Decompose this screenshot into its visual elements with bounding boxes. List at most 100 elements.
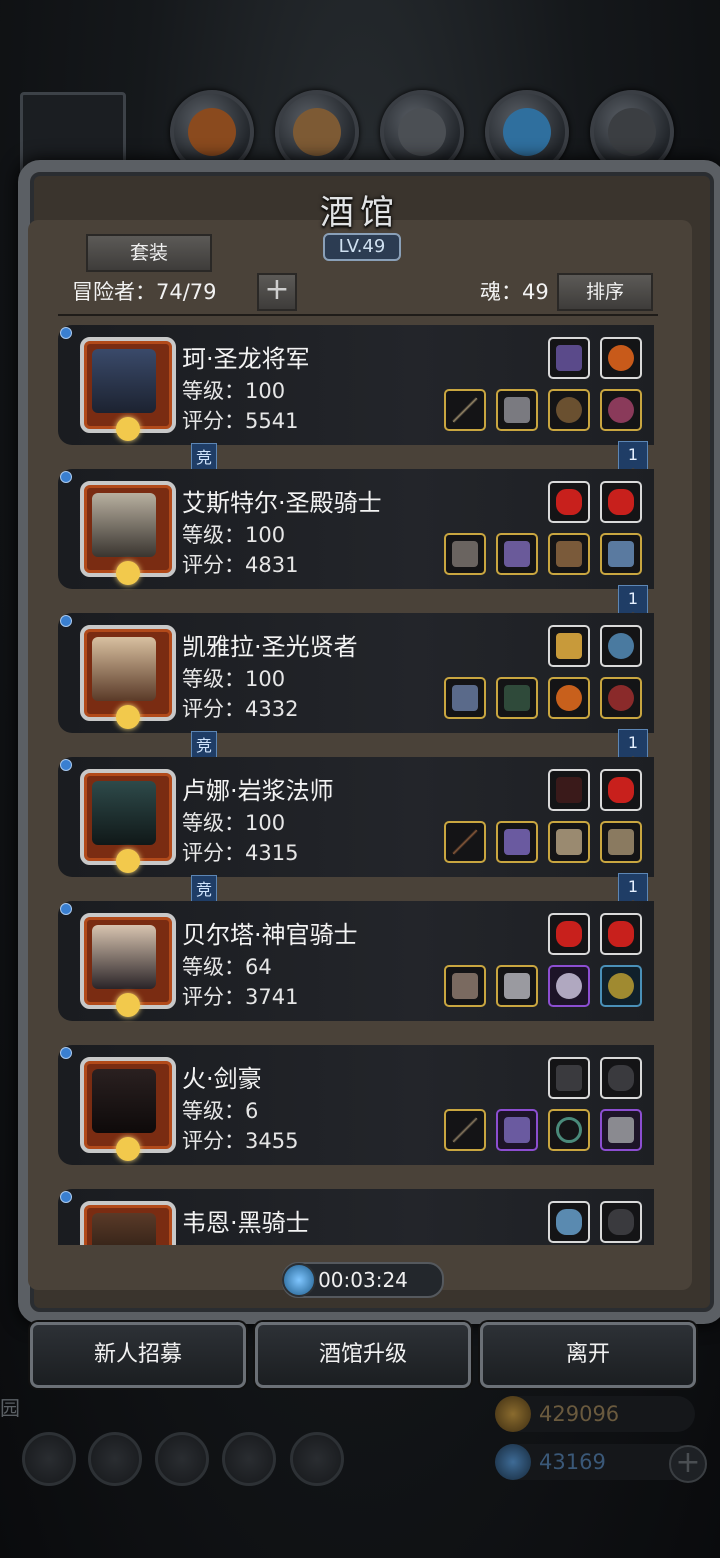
- hero-level: 等级：100: [182, 667, 286, 691]
- hero-name: 贝尔塔·神官骑士: [182, 921, 358, 949]
- armor-slot[interactable]: [496, 677, 538, 719]
- armor-slot[interactable]: [496, 965, 538, 1007]
- moon-icon: [116, 1137, 140, 1161]
- jewelry-slot[interactable]: [600, 821, 642, 863]
- status-dot: [60, 1191, 72, 1203]
- recruit-button[interactable]: 新人招募: [30, 1322, 246, 1388]
- jewelry-slot[interactable]: [600, 965, 642, 1007]
- upgrade-tavern-button[interactable]: 酒馆升级: [255, 1322, 471, 1388]
- hero-card[interactable]: 凯雅拉·圣光贤者 等级：100 评分：4332: [58, 613, 654, 733]
- armor-slot[interactable]: [496, 389, 538, 431]
- rune-slot[interactable]: [548, 1057, 590, 1099]
- accessory-slot[interactable]: [548, 965, 590, 1007]
- rune-slot[interactable]: [548, 769, 590, 811]
- hero-card[interactable]: 卢娜·岩浆法师 等级：100 评分：4315: [58, 757, 654, 877]
- accessory-slot[interactable]: [548, 821, 590, 863]
- status-dot: [60, 615, 72, 627]
- rune-slot[interactable]: [600, 625, 642, 667]
- hero-portrait[interactable]: [80, 337, 176, 441]
- hero-score: 评分：4315: [182, 841, 299, 865]
- hero-name: 珂·圣龙将军: [182, 345, 310, 373]
- rune-slot[interactable]: [600, 913, 642, 955]
- jewelry-slot[interactable]: [600, 677, 642, 719]
- portrait-image: [92, 925, 156, 989]
- gem-counter: 43169: [495, 1444, 695, 1480]
- portrait-image: [92, 637, 156, 701]
- achievement-icon[interactable]: [88, 1432, 142, 1486]
- accessory-slot[interactable]: [548, 389, 590, 431]
- moon-icon: [116, 705, 140, 729]
- hero-card[interactable]: 贝尔塔·神官骑士 等级：64 评分：3741: [58, 901, 654, 1021]
- rune-slot[interactable]: [548, 913, 590, 955]
- add-gems-button[interactable]: +: [669, 1445, 707, 1483]
- status-dot: [60, 759, 72, 771]
- divider: [58, 314, 658, 316]
- mail-icon[interactable]: [222, 1432, 276, 1486]
- accessory-slot[interactable]: [548, 1109, 590, 1151]
- shop-icon[interactable]: [290, 1432, 344, 1486]
- weapon-slot[interactable]: [444, 677, 486, 719]
- weapon-slot[interactable]: [444, 533, 486, 575]
- hero-list[interactable]: 珂·圣龙将军 等级：100 评分：5541 竞 1 艾斯特尔·圣殿骑士 等级：1…: [58, 325, 658, 1245]
- portrait-image: [92, 1213, 156, 1245]
- hero-name: 凯雅拉·圣光贤者: [182, 633, 358, 661]
- jewelry-slot[interactable]: [600, 1109, 642, 1151]
- hero-portrait[interactable]: [80, 1201, 176, 1245]
- hero-portrait[interactable]: [80, 913, 176, 1017]
- accessory-slot[interactable]: [548, 533, 590, 575]
- hero-score: 评分：4831: [182, 553, 299, 577]
- hero-portrait[interactable]: [80, 769, 176, 873]
- sort-button[interactable]: 排序: [557, 273, 653, 311]
- weapon-slot[interactable]: [444, 821, 486, 863]
- weapon-slot[interactable]: [444, 965, 486, 1007]
- portrait-image: [92, 493, 156, 557]
- weapon-slot[interactable]: [444, 1109, 486, 1151]
- hero-level: 等级：6: [182, 1099, 259, 1123]
- rune-slot[interactable]: [548, 481, 590, 523]
- hero-portrait[interactable]: [80, 625, 176, 729]
- soul-count: 魂：49: [480, 280, 549, 304]
- status-dot: [60, 471, 72, 483]
- weapon-slot[interactable]: [444, 389, 486, 431]
- leave-button[interactable]: 离开: [480, 1322, 696, 1388]
- hero-level: 等级：64: [182, 955, 272, 979]
- moon-icon: [116, 849, 140, 873]
- rune-slot[interactable]: [600, 481, 642, 523]
- rune-slot[interactable]: [548, 337, 590, 379]
- gold-icon: [495, 1396, 531, 1432]
- rune-slot[interactable]: [600, 337, 642, 379]
- settings-icon[interactable]: [22, 1432, 76, 1486]
- status-dot: [60, 1047, 72, 1059]
- hero-score: 评分：3455: [182, 1129, 299, 1153]
- hero-card[interactable]: 韦恩·黑骑士: [58, 1189, 654, 1245]
- hero-name: 艾斯特尔·圣殿骑士: [182, 489, 382, 517]
- quest-icon[interactable]: [155, 1432, 209, 1486]
- jewelry-slot[interactable]: [600, 533, 642, 575]
- suit-button[interactable]: 套装: [86, 234, 212, 272]
- hero-level: 等级：100: [182, 523, 286, 547]
- hero-name: 卢娜·岩浆法师: [182, 777, 334, 805]
- hero-score: 评分：5541: [182, 409, 299, 433]
- hero-portrait[interactable]: [80, 1057, 176, 1161]
- rune-slot[interactable]: [548, 625, 590, 667]
- hero-card[interactable]: 艾斯特尔·圣殿骑士 等级：100 评分：4831: [58, 469, 654, 589]
- hero-card[interactable]: 火·剑豪 等级：6 评分：3455: [58, 1045, 654, 1165]
- portrait-image: [92, 781, 156, 845]
- rune-slot[interactable]: [600, 769, 642, 811]
- jewelry-slot[interactable]: [600, 389, 642, 431]
- rune-slot[interactable]: [600, 1057, 642, 1099]
- hero-portrait[interactable]: [80, 481, 176, 585]
- armor-slot[interactable]: [496, 821, 538, 863]
- clock-icon: [282, 1263, 316, 1297]
- accessory-slot[interactable]: [548, 677, 590, 719]
- hero-level: 等级：100: [182, 379, 286, 403]
- armor-slot[interactable]: [496, 533, 538, 575]
- rune-slot[interactable]: [548, 1201, 590, 1243]
- moon-icon: [116, 561, 140, 585]
- armor-slot[interactable]: [496, 1109, 538, 1151]
- hero-card[interactable]: 珂·圣龙将军 等级：100 评分：5541: [58, 325, 654, 445]
- gem-value: 43169: [539, 1450, 606, 1474]
- rune-slot[interactable]: [600, 1201, 642, 1243]
- expand-capacity-button[interactable]: +: [257, 273, 297, 311]
- adventurer-count: 冒险者：74/79: [72, 280, 217, 304]
